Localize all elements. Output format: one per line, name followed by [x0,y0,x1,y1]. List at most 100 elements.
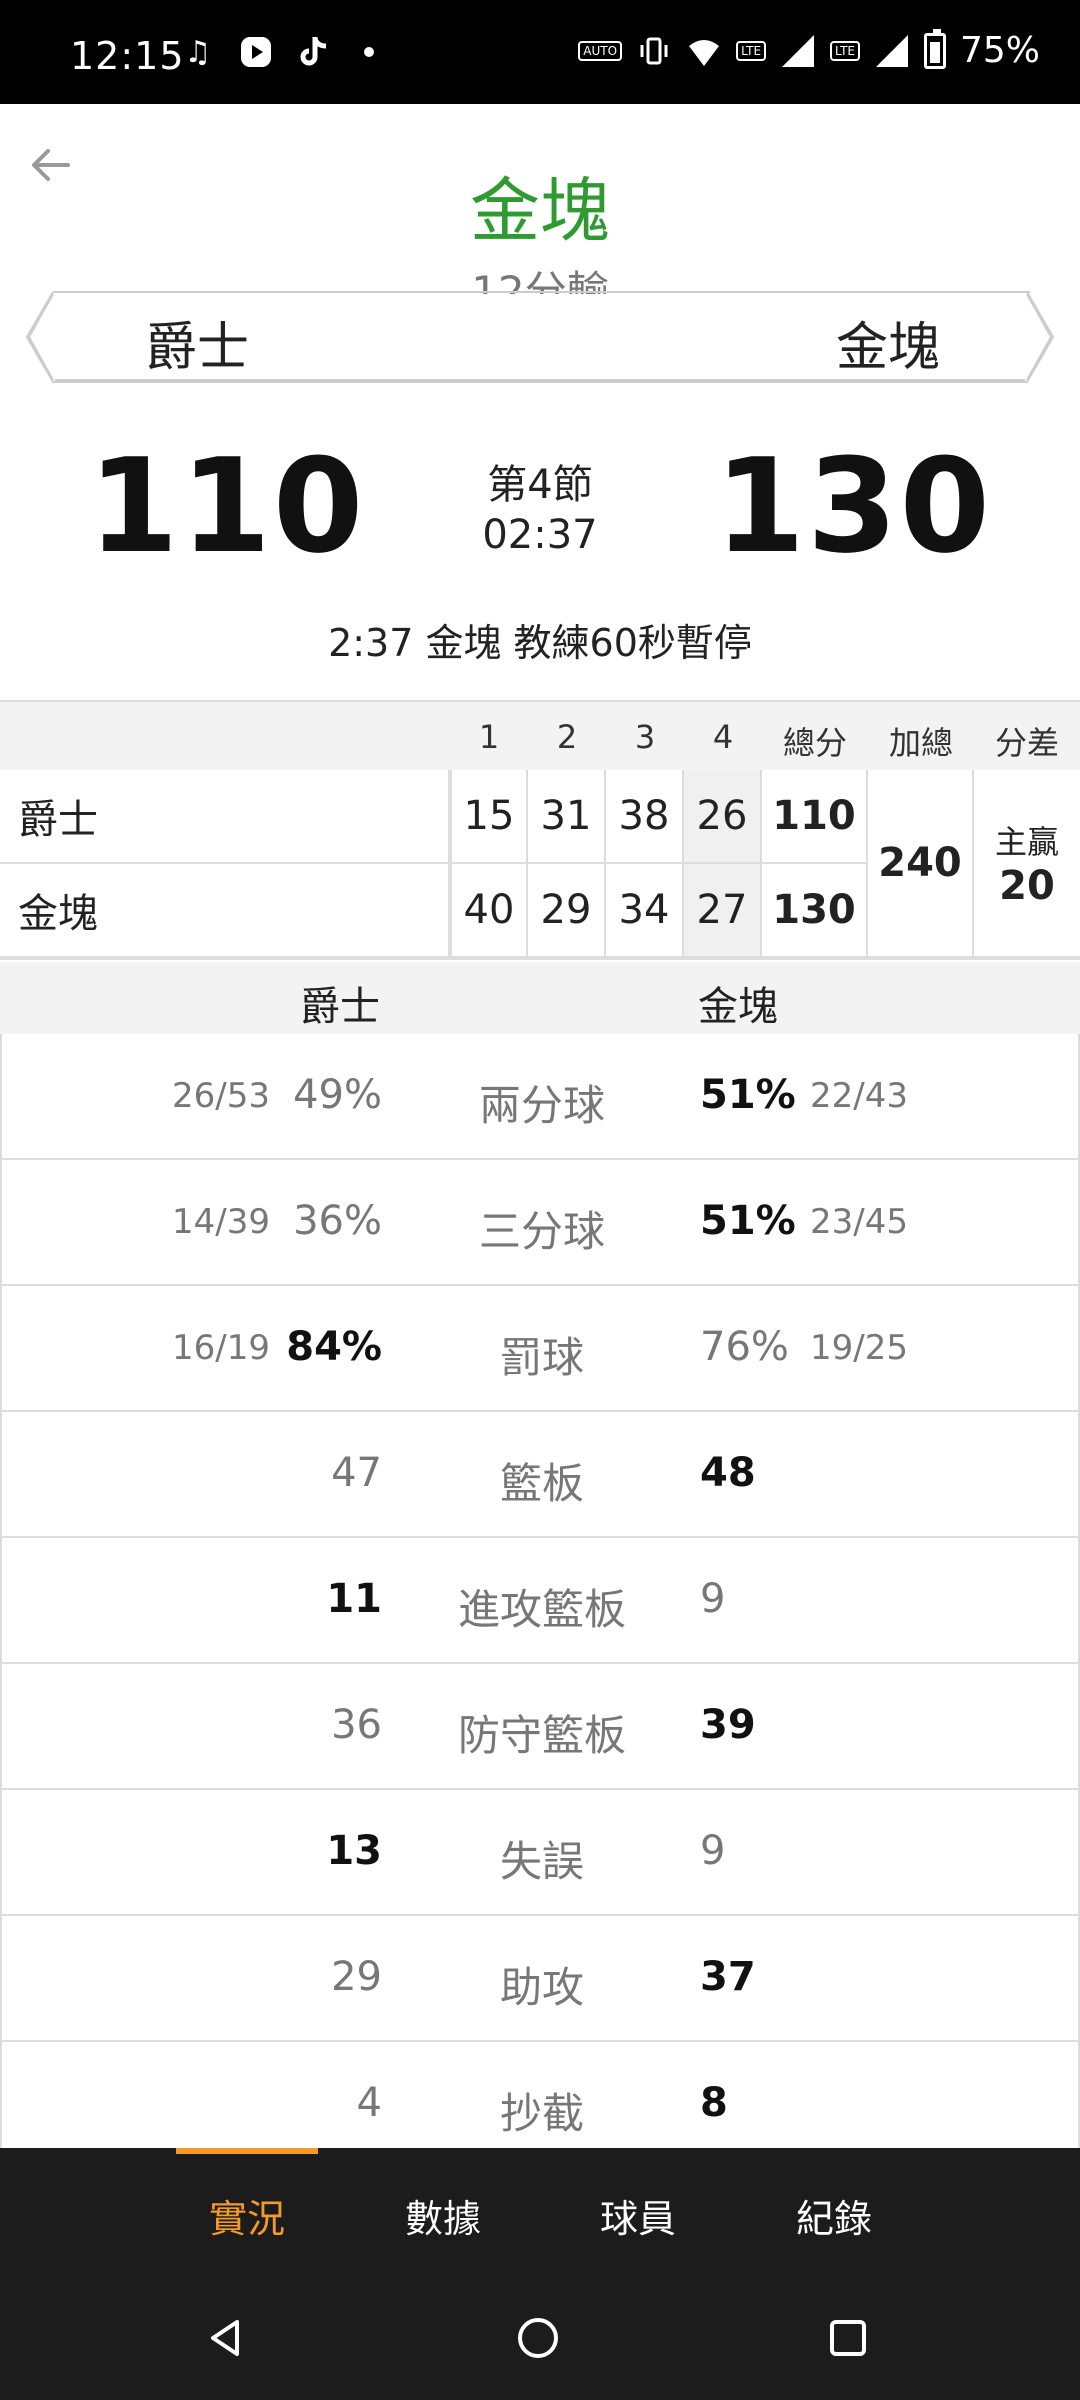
stats-header: 爵士 金塊 [0,962,1080,1034]
stat-label: 進攻籃板 [457,1585,626,1634]
stat-row: 26/53 49% 兩分球 51% 22/43 [2,1034,1078,1160]
stat-row: 11 進攻籃板 9 [2,1538,1078,1664]
away-stat-value: 39 [700,1702,756,1748]
stat-row: 4 抄截 8 [2,2042,1078,2148]
volte-icon-2: LTE [830,40,860,61]
nav-recents-button[interactable] [818,2308,878,2368]
home-stat-value: 49% [293,1072,382,1118]
home-stat-value: 36% [293,1198,382,1244]
stat-row: 16/19 84% 罰球 76% 19/25 [2,1286,1078,1412]
quarter-score: 31 [528,770,606,864]
quarter-score: 40 [450,864,528,958]
tiktok-icon [296,34,332,70]
active-tab-indicator [176,2148,318,2154]
latest-event: 2:37 金塊 教練60秒暫停 [328,621,752,665]
away-stat-value: 9 [700,1576,726,1622]
away-stat-value: 48 [700,1450,756,1496]
tab-stats[interactable]: 數據 [363,2188,523,2243]
away-team-name[interactable]: 金塊 [836,305,940,380]
stats-home-label: 爵士 [300,984,380,1030]
header-q1: 1 [478,718,500,756]
volte-icon: LTE [736,40,767,61]
home-team-name[interactable]: 爵士 [145,305,249,380]
triangle-back-icon [211,2320,239,2356]
system-icons: AUTO LTE LTE 75% [578,28,1040,71]
status-time: 12:15 [70,34,185,78]
stat-row: 13 失誤 9 [2,1790,1078,1916]
home-stat-value: 47 [331,1450,382,1496]
margin-value: 20 [999,863,1055,909]
wifi-icon [686,33,722,69]
stat-row: 47 籃板 48 [2,1412,1078,1538]
combined-score: 240 [868,770,974,958]
team-stats-list[interactable]: 26/53 49% 兩分球 51% 22/43 14/39 36% 三分球 51… [0,1034,1080,2148]
header-q3: 3 [634,718,656,756]
stat-label: 三分球 [478,1207,605,1256]
away-attempts: 22/43 [810,1076,908,1116]
total-score: 110 [762,770,868,864]
home-stat-value: 36 [331,1702,382,1748]
vibrate-icon [636,33,672,69]
circle-home-icon [518,2318,558,2358]
total-score: 130 [762,864,868,958]
margin-cell: 主贏 20 [974,770,1080,958]
status-bar: 12:15 ♫ AUTO LTE LTE 75% [0,0,1080,104]
stat-label: 防守籃板 [457,1711,626,1760]
tab-records[interactable]: 紀錄 [754,2188,914,2243]
away-stat-value: 76% [700,1324,789,1370]
header-margin: 分差 [994,724,1059,762]
linescore-team: 金塊 [0,864,450,958]
away-stat-value: 9 [700,1828,726,1874]
stat-label: 籃板 [499,1459,584,1508]
nav-back-button[interactable] [195,2308,255,2368]
system-nav-bar [0,2278,1080,2400]
stat-label: 助攻 [499,1963,584,2012]
play-icon [238,34,274,70]
away-attempts: 19/25 [810,1328,908,1368]
away-stat-value: 51% [700,1198,796,1244]
header-q4: 4 [712,718,734,756]
nav-home-button[interactable] [508,2308,568,2368]
quarter-score: 26 [684,770,762,864]
home-stat-value: 4 [356,2080,382,2126]
home-stat-value: 13 [326,1828,382,1874]
bottom-tab-bar: 實況 數據 球員 紀錄 [0,2148,1080,2278]
stat-label: 失誤 [499,1837,584,1886]
home-stat-value: 29 [331,1954,382,2000]
tab-live[interactable]: 實況 [167,2188,327,2243]
signal-icon [782,34,815,67]
stat-label: 兩分球 [478,1081,605,1130]
notification-icons: ♫ [180,34,374,70]
page-title: 金塊 [470,170,610,252]
quarter-score: 15 [450,770,528,864]
header-q2: 2 [556,718,578,756]
home-attempts: 14/39 [172,1202,270,1242]
signal-icon-2 [875,34,908,67]
stat-label: 抄截 [499,2089,584,2138]
header-combined: 加總 [888,724,953,762]
stat-row: 36 防守籃板 39 [2,1664,1078,1790]
stat-row: 29 助攻 37 [2,1916,1078,2042]
linescore-table: 1 2 3 4 總分 加總 分差 爵士 15 31 38 26 110 金塊 4… [0,700,1080,960]
dot-icon [364,47,374,57]
header-total: 總分 [782,724,847,762]
tab-players[interactable]: 球員 [558,2188,718,2243]
home-attempts: 16/19 [172,1328,270,1368]
music-icon: ♫ [184,34,212,70]
quarter-score: 29 [528,864,606,958]
linescore-team: 爵士 [0,770,450,864]
stat-row: 14/39 36% 三分球 51% 23/45 [2,1160,1078,1286]
away-stat-value: 8 [700,2080,728,2126]
quarter-score: 38 [606,770,684,864]
away-attempts: 23/45 [810,1202,908,1242]
margin-label: 主贏 [994,823,1059,861]
battery-icon [923,28,946,69]
quarter-score: 27 [684,864,762,958]
home-attempts: 26/53 [172,1076,270,1116]
quarter-score: 34 [606,864,684,958]
auto-hd-icon: AUTO [578,40,623,61]
square-recents-icon [830,2320,866,2356]
away-stat-value: 51% [700,1072,796,1118]
stats-away-label: 金塊 [698,984,778,1030]
away-score: 130 [714,430,992,582]
